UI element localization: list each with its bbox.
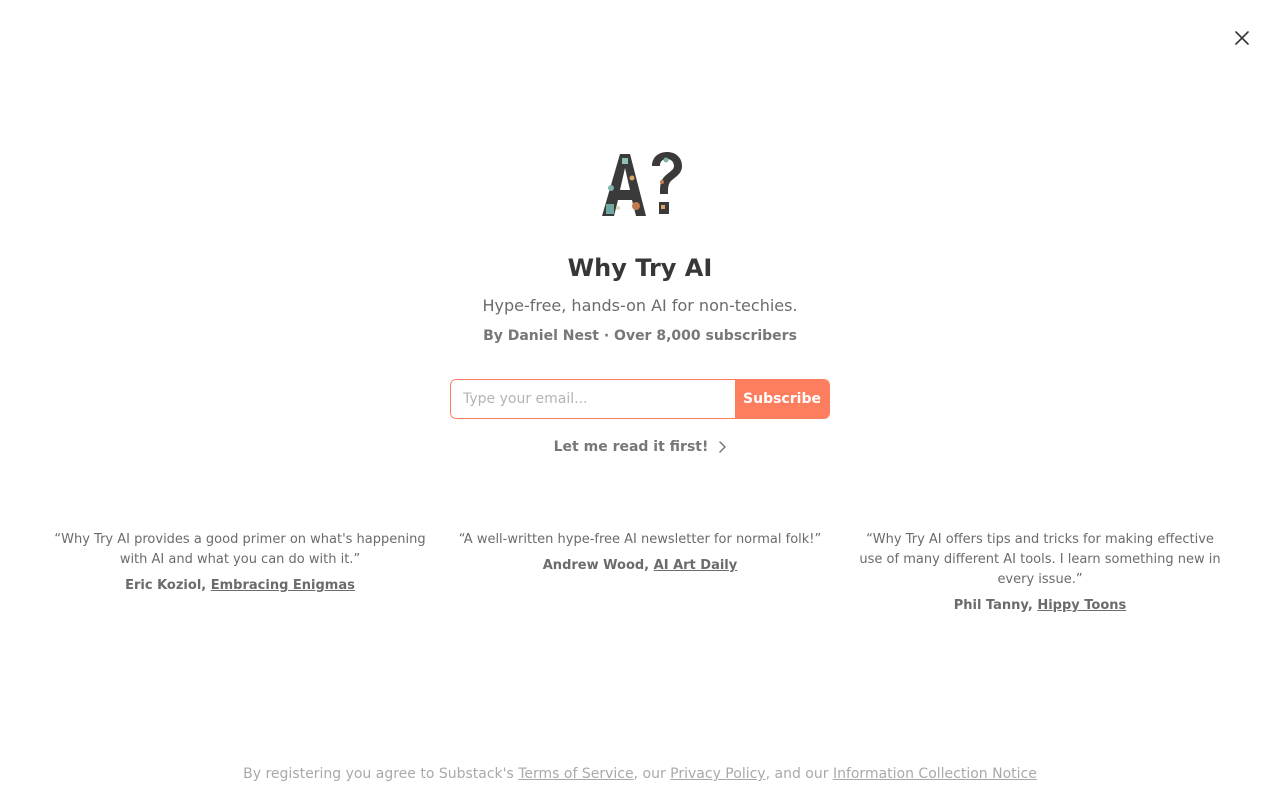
footer-sep: , and our [765,766,833,782]
testimonial-card: “Why Try AI provides a good primer on wh… [40,530,440,613]
author-publication-link[interactable]: Hippy Toons [1037,598,1126,613]
close-icon [1235,31,1249,45]
read-first-link[interactable]: Let me read it first! [0,439,1280,455]
publication-title: Why Try AI [567,254,713,282]
subscribe-button[interactable]: Subscribe [735,380,829,418]
legal-footer: By registering you agree to Substack's T… [0,766,1280,782]
testimonial-card: “A well-written hype-free AI newsletter … [440,530,840,613]
publication-subtitle: Hype-free, hands-on AI for non-techies. [482,296,798,315]
author-publication-link[interactable]: Embracing Enigmas [211,578,355,593]
testimonial-author: Andrew Wood, AI Art Daily [454,558,826,573]
privacy-link[interactable]: Privacy Policy [670,766,765,782]
info-collection-link[interactable]: Information Collection Notice [833,766,1037,782]
chevron-right-icon [719,441,727,453]
testimonial-quote: “A well-written hype-free AI newsletter … [458,532,822,547]
author-publication-link[interactable]: AI Art Daily [654,558,738,573]
ai-question-logo [602,152,682,216]
read-first-label: Let me read it first! [553,439,709,455]
email-input[interactable] [451,380,735,418]
author-name: Phil Tanny, [953,598,1033,613]
testimonial-quote: “Why Try AI offers tips and tricks for m… [859,532,1221,587]
testimonials: “Why Try AI provides a good primer on wh… [40,530,1240,613]
testimonial-quote: “Why Try AI provides a good primer on wh… [54,532,426,567]
subscribe-form: Subscribe [450,379,830,419]
close-button[interactable] [1230,26,1254,50]
testimonial-author: Phil Tanny, Hippy Toons [854,598,1226,613]
terms-link[interactable]: Terms of Service [518,766,633,782]
author-name: Eric Koziol, [125,578,207,593]
subscribe-page: Why Try AI Hype-free, hands-on AI for no… [0,0,1280,800]
testimonial-author: Eric Koziol, Embracing Enigmas [54,578,426,593]
testimonial-card: “Why Try AI offers tips and tricks for m… [840,530,1240,613]
footer-prefix: By registering you agree to Substack's [243,766,519,782]
footer-sep: , our [633,766,671,782]
author-name: Andrew Wood, [542,558,650,573]
publication-byline: By Daniel Nest · Over 8,000 subscribers [483,328,797,344]
